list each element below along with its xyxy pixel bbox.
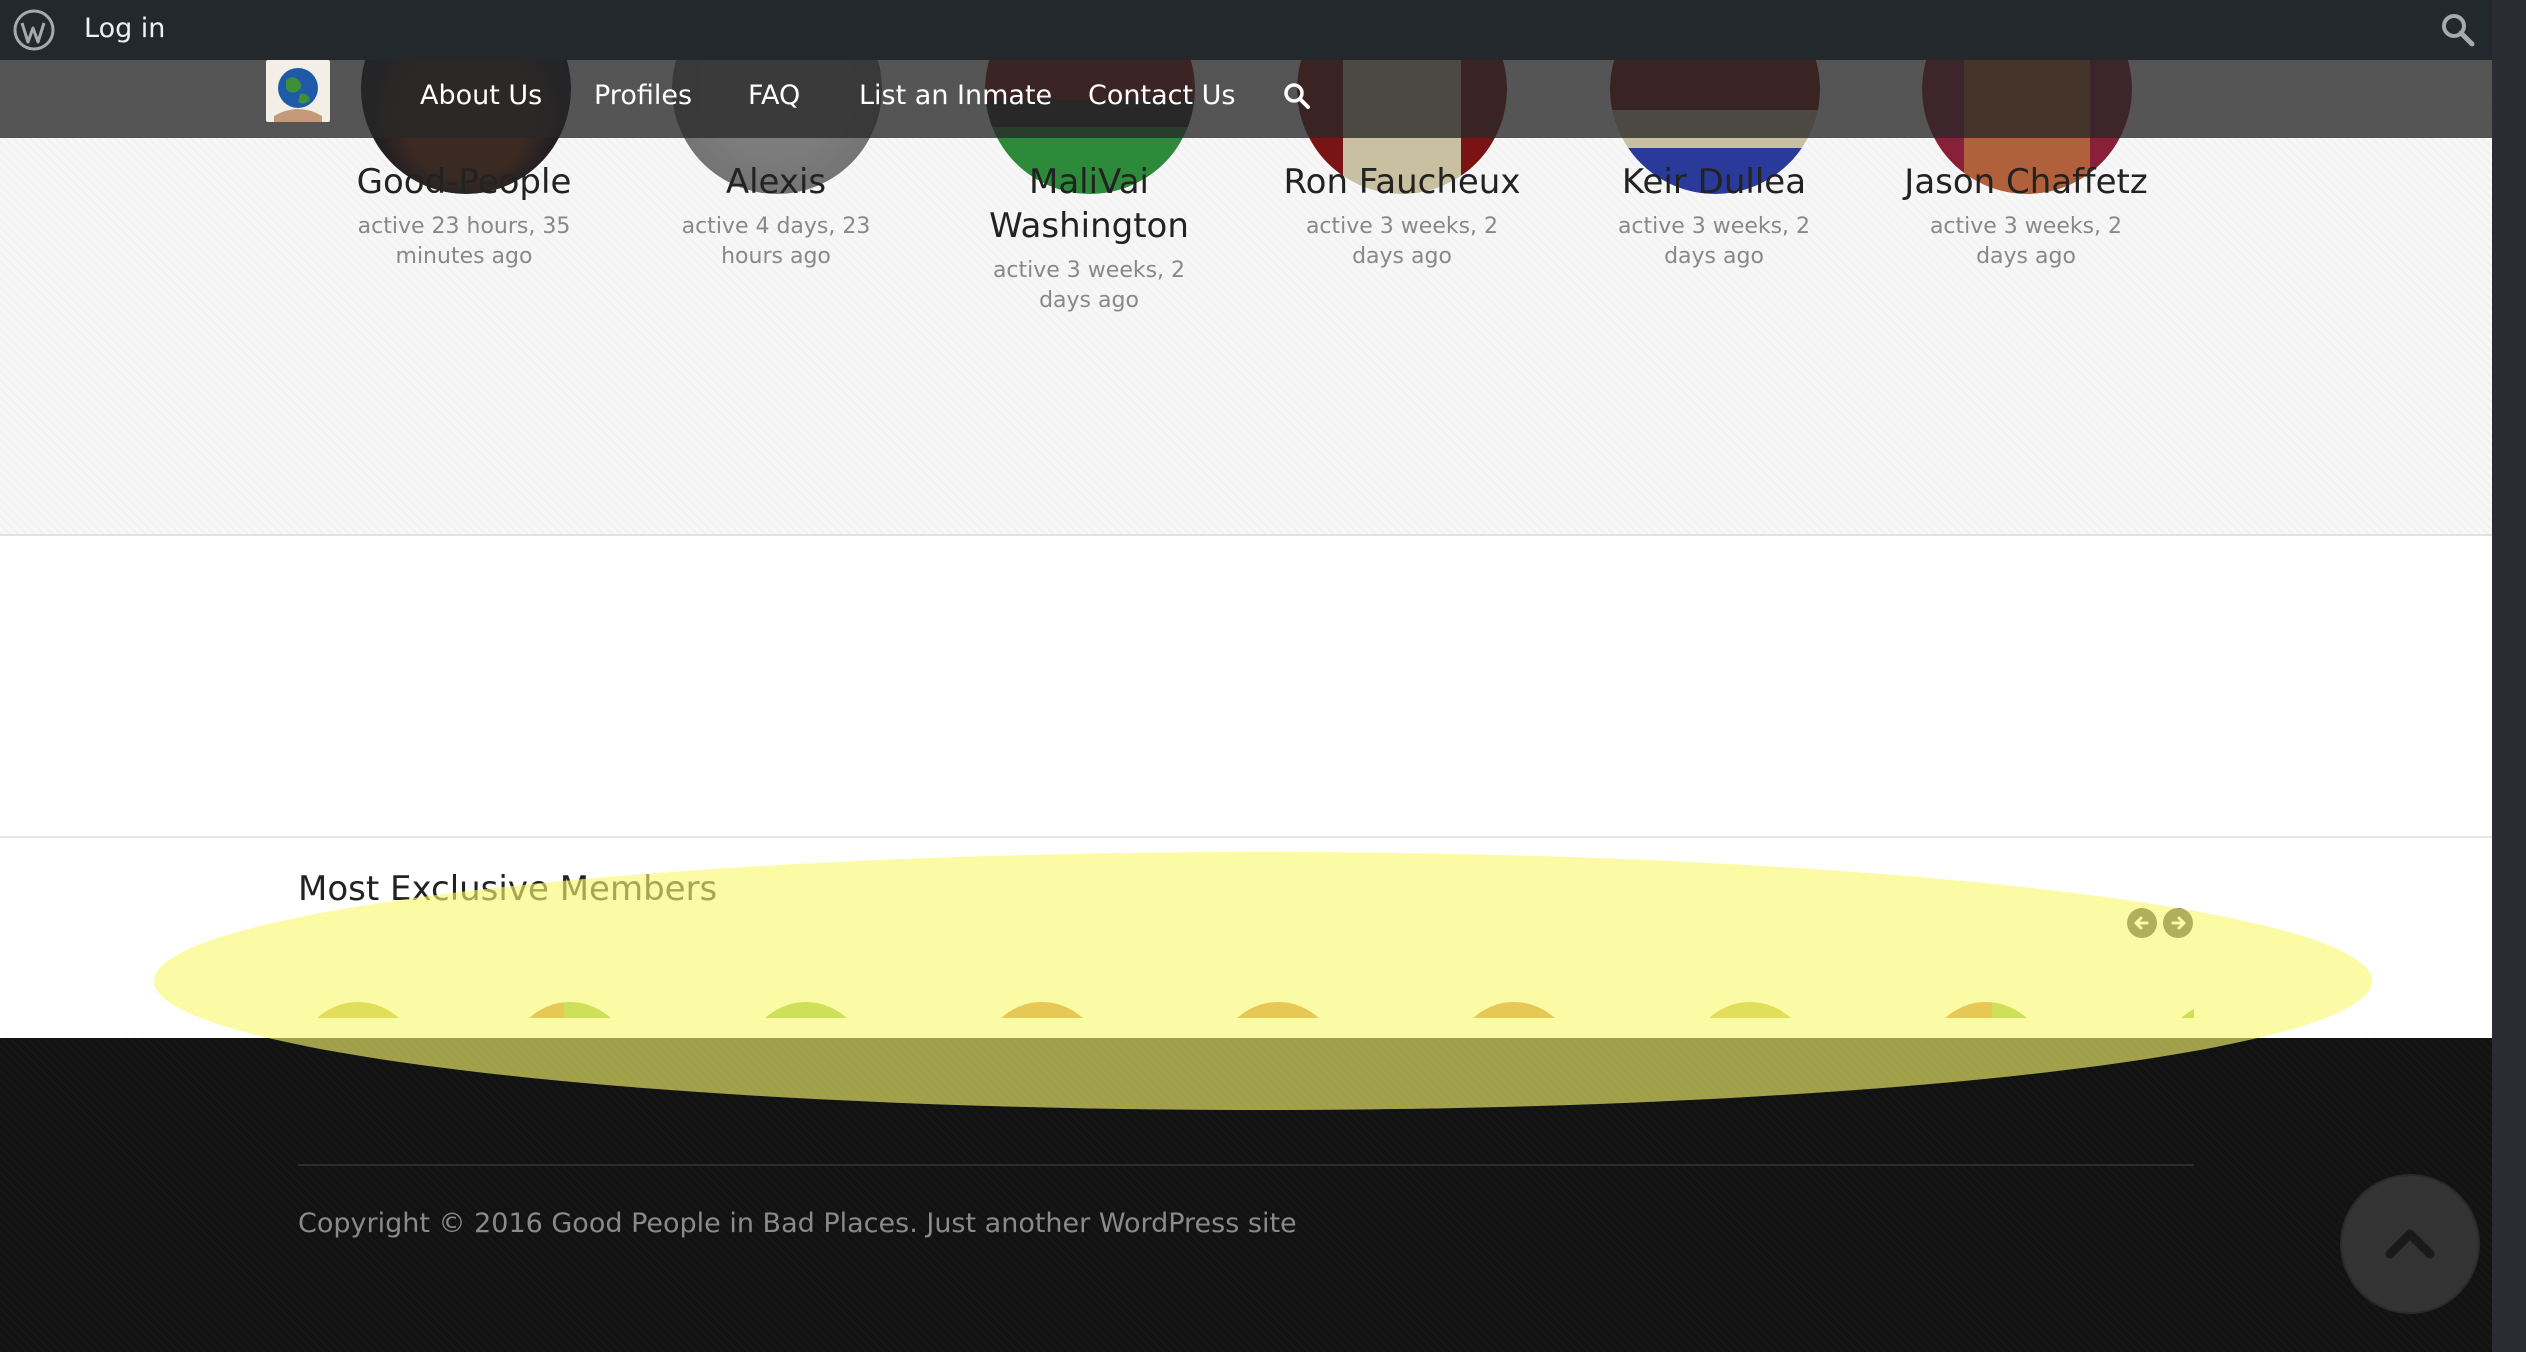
section-divider [0, 836, 2492, 838]
nav-contact-us[interactable]: Contact Us [1088, 76, 1235, 116]
carousel-prev-button[interactable] [2127, 908, 2157, 938]
exclusive-member-avatar[interactable] [510, 1002, 630, 1018]
exclusive-member-avatar[interactable] [1218, 1002, 1338, 1018]
member-last-active: active 4 days, 23 hours ago [681, 214, 871, 269]
main-navigation: About Us Profiles FAQ List an Inmate Con… [0, 60, 2492, 138]
admin-bar: Log in [0, 0, 2492, 60]
member-last-active: active 3 weeks, 2 days ago [1617, 214, 1811, 269]
member-last-active: active 3 weeks, 2 days ago [1929, 214, 2123, 269]
site-logo[interactable] [266, 60, 330, 122]
page: Good-People active 23 hours, 35 minutes … [0, 0, 2492, 1352]
arrow-right-circle-icon [2171, 916, 2186, 930]
member-name[interactable]: Alexis [631, 160, 921, 204]
exclusive-member-avatar[interactable] [2162, 1002, 2194, 1018]
member-name[interactable]: Ron Faucheux [1257, 160, 1547, 204]
member-last-active: active 3 weeks, 2 days ago [1305, 214, 1499, 269]
member-name[interactable]: MaliVai Washington [944, 160, 1234, 248]
member-name[interactable]: Keir Dullea [1569, 160, 1859, 204]
search-icon[interactable] [1282, 81, 1312, 111]
nav-faq[interactable]: FAQ [748, 76, 800, 116]
member-last-active: active 23 hours, 35 minutes ago [357, 214, 571, 269]
member-name[interactable]: Good-People [319, 160, 609, 204]
copyright-text: Copyright © 2016 Good People in Bad Plac… [298, 1208, 1297, 1239]
exclusive-member-avatar[interactable] [1926, 1002, 2046, 1018]
exclusive-member-avatar[interactable] [1690, 1002, 1810, 1018]
window-edge [2492, 0, 2526, 1352]
search-icon[interactable] [2440, 12, 2476, 48]
nav-list-an-inmate[interactable]: List an Inmate [859, 76, 1052, 116]
globe-logo-icon [266, 60, 330, 122]
nav-profiles[interactable]: Profiles [594, 76, 692, 116]
chevron-up-icon [2385, 1229, 2435, 1259]
wordpress-logo-icon[interactable] [12, 8, 56, 52]
carousel-next-button[interactable] [2163, 908, 2193, 938]
exclusive-member-avatar[interactable] [1454, 1002, 1574, 1018]
exclusive-members-carousel [298, 996, 2194, 1018]
nav-about-us[interactable]: About Us [420, 76, 542, 116]
exclusive-member-avatar[interactable] [746, 1002, 866, 1018]
exclusive-members-title: Most Exclusive Members [298, 869, 718, 909]
member-name[interactable]: Jason Chaffetz [1881, 160, 2171, 204]
footer-divider [298, 1164, 2194, 1166]
arrow-left-circle-icon [2134, 916, 2149, 930]
login-link[interactable]: Log in [84, 10, 165, 48]
back-to-top-button[interactable] [2342, 1176, 2478, 1312]
exclusive-member-avatar[interactable] [982, 1002, 1102, 1018]
member-last-active: active 3 weeks, 2 days ago [992, 258, 1186, 313]
exclusive-member-avatar[interactable] [298, 1002, 418, 1018]
site-footer: Copyright © 2016 Good People in Bad Plac… [0, 1038, 2492, 1352]
